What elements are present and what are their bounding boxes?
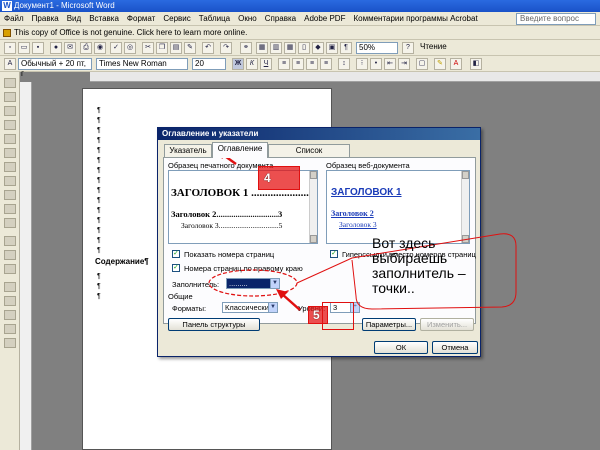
annotation-overlay — [208, 150, 517, 311]
annotation-callout-text: Вот здесь выбираешь заполнитель – точки.… — [372, 235, 466, 296]
annotation-arrow-leader — [281, 293, 301, 311]
tab-toc[interactable]: Оглавление — [212, 142, 268, 158]
